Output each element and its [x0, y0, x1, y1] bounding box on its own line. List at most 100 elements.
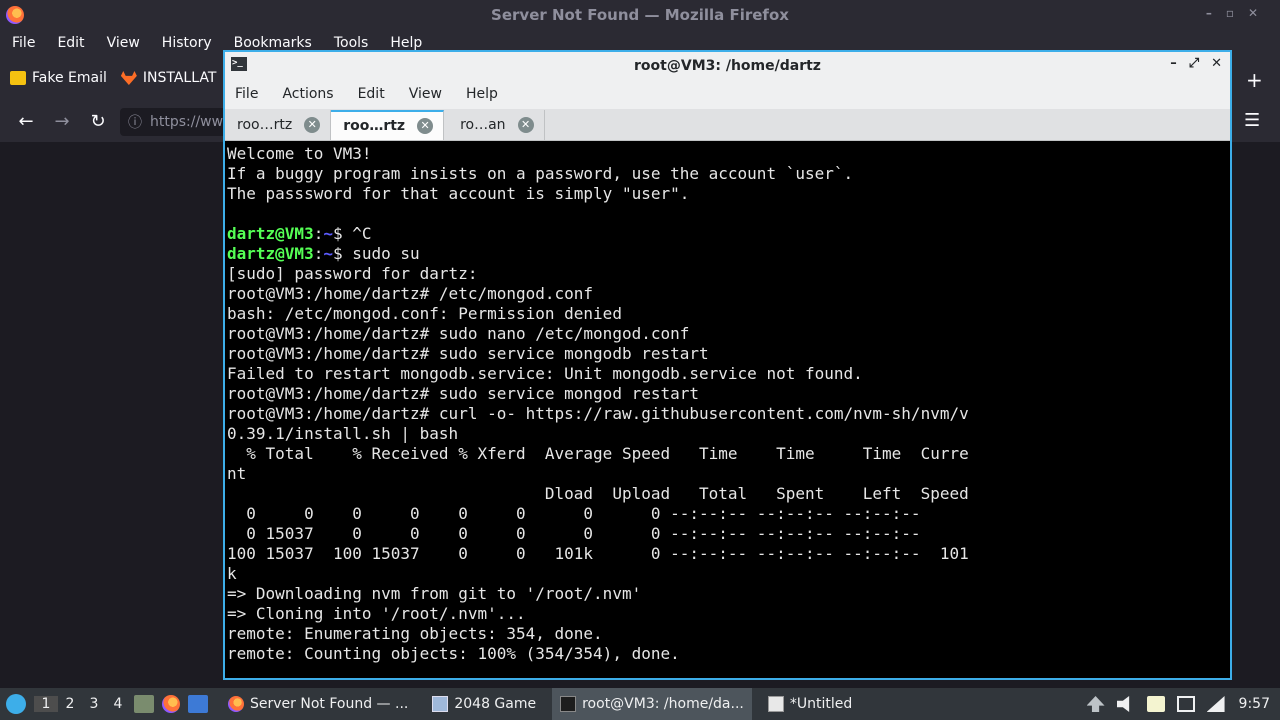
- terminal-line: If a buggy program insists on a password…: [227, 164, 854, 183]
- firefox-icon: [228, 696, 244, 712]
- task-label: Server Not Found — ...: [250, 696, 409, 712]
- terminal-line: root@VM3:/home/dartz# /etc/mongod.conf: [227, 284, 594, 303]
- terminal-line: root@VM3:/home/dartz# sudo service mongo…: [227, 344, 709, 363]
- menu-help[interactable]: Help: [390, 35, 422, 51]
- menu-view[interactable]: View: [409, 86, 442, 102]
- terminal-titlebar: >_ root@VM3: /home/dartz – ⤢ ✕: [225, 52, 1230, 79]
- terminal-line: remote: Counting objects: 100% (354/354)…: [227, 644, 680, 663]
- task-label: *Untitled: [789, 696, 853, 712]
- task-terminal[interactable]: root@VM3: /home/da...: [552, 688, 752, 720]
- reload-icon[interactable]: ↻: [80, 111, 116, 132]
- terminal-line: 0 0 0 0 0 0 0 0 --:--:-- --:--:-- --:--:…: [227, 504, 921, 523]
- close-tab-icon[interactable]: ✕: [304, 117, 321, 133]
- tab-label: ro…an: [460, 117, 506, 133]
- bookmark-label: Fake Email: [32, 70, 107, 86]
- hamburger-menu-icon[interactable]: ☰: [1244, 110, 1260, 131]
- system-tray: 9:57: [1081, 688, 1280, 720]
- firefox-launcher-icon[interactable]: [162, 695, 180, 713]
- prompt-cmd: $ sudo su: [332, 244, 420, 263]
- close-tab-icon[interactable]: ✕: [517, 117, 534, 133]
- prompt-sep: :: [313, 224, 324, 243]
- terminal-line: % Total % Received % Xferd Average Speed…: [227, 444, 969, 463]
- new-tab-button[interactable]: +: [1246, 68, 1263, 92]
- menu-actions[interactable]: Actions: [282, 86, 333, 102]
- menu-tools[interactable]: Tools: [334, 35, 369, 51]
- terminal-line: Failed to restart mongodb.service: Unit …: [227, 364, 863, 383]
- terminal-line: root@VM3:/home/dartz# sudo service mongo…: [227, 384, 700, 403]
- terminal-line: The passsword for that account is simply…: [227, 184, 690, 203]
- task-2048-game[interactable]: 2048 Game: [424, 688, 544, 720]
- terminal-line: 0 15037 0 0 0 0 0 0 --:--:-- --:--:-- --…: [227, 524, 921, 543]
- workspace-2[interactable]: 2: [58, 696, 82, 712]
- volume-icon[interactable]: [1116, 696, 1130, 712]
- forward-icon[interactable]: →: [44, 111, 80, 132]
- bookmark-fake-email[interactable]: Fake Email: [10, 70, 107, 86]
- workspace-4[interactable]: 4: [106, 696, 130, 712]
- terminal-icon: >_: [231, 57, 247, 71]
- menu-bookmarks[interactable]: Bookmarks: [234, 35, 312, 51]
- url-bar[interactable]: ⓘ https://ww: [120, 108, 230, 136]
- terminal-line: nt: [227, 464, 247, 483]
- bookmark-label: INSTALLAT: [142, 70, 217, 86]
- terminal-line: root@VM3:/home/dartz# sudo nano /etc/mon…: [227, 324, 690, 343]
- terminal-tab-3[interactable]: ro…an ✕: [444, 110, 545, 140]
- prompt-sep: :: [313, 244, 324, 263]
- firefox-icon: [6, 6, 24, 24]
- menu-edit[interactable]: Edit: [358, 86, 385, 102]
- taskbar: 1 2 3 4 Server Not Found — ... 2048 Game…: [0, 688, 1280, 720]
- clock[interactable]: 9:57: [1239, 696, 1270, 712]
- url-text: https://ww: [150, 114, 224, 130]
- display-icon[interactable]: [1176, 696, 1195, 712]
- menu-history[interactable]: History: [162, 35, 212, 51]
- task-label: root@VM3: /home/da...: [582, 696, 744, 712]
- prompt-line: dartz@VM3:~$ sudo su: [227, 244, 1227, 264]
- firefox-titlebar: Server Not Found — Mozilla Firefox –▫✕: [0, 0, 1280, 30]
- terminal-tab-1[interactable]: roo…rtz ✕: [225, 110, 332, 140]
- terminal-tabbar: roo…rtz ✕ roo…rtz ✕ ro…an ✕: [225, 109, 1230, 141]
- window-icon: [432, 696, 449, 712]
- window-controls[interactable]: –▫✕: [1206, 6, 1272, 20]
- terminal-tab-2[interactable]: roo…rtz ✕: [331, 110, 445, 140]
- terminal-window: >_ root@VM3: /home/dartz – ⤢ ✕ File Acti…: [223, 50, 1232, 680]
- desktop-icon[interactable]: [188, 695, 208, 713]
- gitlab-icon: [120, 71, 137, 85]
- menu-file[interactable]: File: [235, 86, 258, 102]
- close-tab-icon[interactable]: ✕: [417, 118, 434, 134]
- workspace-1[interactable]: 1: [34, 696, 58, 712]
- terminal-line: root@VM3:/home/dartz# curl -o- https://r…: [227, 404, 969, 423]
- network-icon[interactable]: [1206, 696, 1225, 712]
- clipboard-icon[interactable]: [1146, 696, 1165, 712]
- terminal-output[interactable]: Welcome to VM3! If a buggy program insis…: [227, 144, 1227, 676]
- terminal-title: root@VM3: /home/dartz: [634, 57, 821, 74]
- task-text-editor[interactable]: *Untitled: [760, 688, 860, 720]
- back-icon[interactable]: ←: [8, 111, 44, 132]
- terminal-line: k: [227, 564, 237, 583]
- task-firefox[interactable]: Server Not Found — ...: [220, 688, 416, 720]
- prompt-user: dartz@VM3: [227, 224, 314, 243]
- upload-icon[interactable]: [1086, 696, 1105, 712]
- terminal-line: Dload Upload Total Spent Left Speed: [227, 484, 969, 503]
- envelope-icon: [10, 71, 26, 85]
- menu-help[interactable]: Help: [466, 86, 498, 102]
- prompt-path: ~: [323, 224, 333, 243]
- terminal-line: Welcome to VM3!: [227, 144, 372, 163]
- prompt-line: dartz@VM3:~$ ^C: [227, 224, 1227, 244]
- terminal-line: => Cloning into '/root/.nvm'...: [227, 604, 526, 623]
- minimize-icon[interactable]: –: [1170, 56, 1177, 71]
- terminal-line: bash: /etc/mongod.conf: Permission denie…: [227, 304, 622, 323]
- maximize-icon[interactable]: ⤢: [1189, 56, 1199, 71]
- info-icon: ⓘ: [128, 115, 142, 131]
- terminal-icon: [560, 696, 577, 712]
- terminal-line: [sudo] password for dartz:: [227, 264, 478, 283]
- workspace-3[interactable]: 3: [82, 696, 106, 712]
- start-menu-icon[interactable]: [6, 694, 26, 714]
- file-manager-icon[interactable]: [134, 695, 154, 713]
- menu-file[interactable]: File: [12, 35, 35, 51]
- menu-view[interactable]: View: [107, 35, 140, 51]
- text-editor-icon: [767, 696, 784, 712]
- bookmark-installat[interactable]: INSTALLAT: [120, 70, 217, 86]
- close-icon[interactable]: ✕: [1211, 56, 1222, 71]
- menu-edit[interactable]: Edit: [57, 35, 84, 51]
- terminal-line: 0.39.1/install.sh | bash: [227, 424, 459, 443]
